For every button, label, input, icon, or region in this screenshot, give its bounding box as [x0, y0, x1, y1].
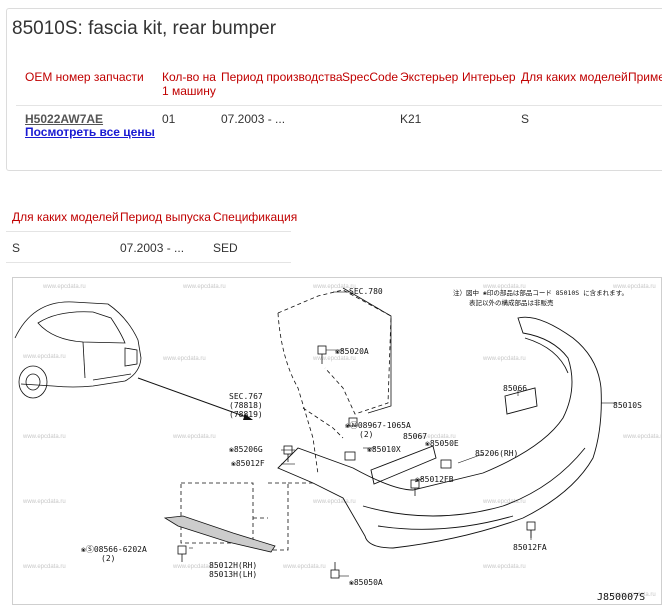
label-85010S: 85010S: [613, 401, 642, 410]
svg-text:www.epcdata.ru: www.epcdata.ru: [312, 356, 356, 362]
svg-text:www.epcdata.ru: www.epcdata.ru: [22, 499, 66, 505]
svg-text:www.epcdata.ru: www.epcdata.ru: [22, 354, 66, 360]
models-col-header-models: Для каких моделей: [12, 210, 119, 224]
car-thumbnail: [14, 301, 142, 399]
exterior-value: K21: [400, 112, 422, 126]
label-85050A: ❀85050A: [349, 578, 383, 587]
models-header-divider: [6, 231, 291, 232]
diagram-note-line2: 表記以外の構成部品は非販売: [469, 298, 554, 307]
models-col-header-spec: Спецификация: [213, 210, 298, 224]
label-85012F: ❀85012F: [231, 459, 265, 468]
label-sec767: SEC.767: [229, 392, 263, 401]
label-85067: 85067: [403, 432, 427, 441]
label-08566-qty: (2): [101, 554, 115, 563]
view-all-prices-link[interactable]: Посмотреть все цены: [25, 125, 155, 139]
models-row-spec: SED: [213, 241, 238, 255]
label-85012FB: ❀85012FB: [415, 475, 454, 484]
qty-value: 01: [162, 112, 176, 126]
diagram-note-line1: 注）図中 ❀印の部品は部品コード 85010S に含まれます。: [453, 288, 628, 297]
label-sec767-78818: (78818): [229, 401, 263, 410]
label-85066: 85066: [503, 384, 527, 393]
col-header-note: Примеч: [628, 70, 662, 84]
svg-text:www.epcdata.ru: www.epcdata.ru: [482, 564, 526, 570]
svg-text:www.epcdata.ru: www.epcdata.ru: [482, 499, 526, 505]
label-85010X: ❀85010X: [367, 445, 401, 454]
label-sec767-78819: (78819): [229, 410, 263, 419]
oem-part-number-link[interactable]: H5022AW7AE: [25, 112, 103, 126]
label-85012FA: 85012FA: [513, 543, 547, 552]
period-value: 07.2003 - ...: [221, 112, 286, 126]
svg-text:www.epcdata.ru: www.epcdata.ru: [42, 284, 86, 290]
label-08967-qty: (2): [359, 430, 373, 439]
label-85206G: ❀85206G: [229, 445, 263, 454]
part-labels: SEC.780 ❀85020A SEC.767 (78818) (78819) …: [81, 287, 645, 603]
col-header-period: Период производства: [221, 70, 343, 84]
col-header-exterior: Экстерьер: [400, 70, 459, 84]
parts-diagram-drawing: www.epcdata.ru www.epcdata.ru www.epcdat…: [14, 284, 662, 603]
col-header-qty: Кол-во на 1 машину: [162, 70, 216, 98]
page-title: 85010S: fascia kit, rear bumper: [12, 18, 277, 39]
label-85013H: 85013H(LH): [209, 570, 257, 579]
models-value: S: [521, 112, 530, 126]
diagram-code: J850007S: [597, 592, 645, 603]
parts-diagram: www.epcdata.ru www.epcdata.ru www.epcdat…: [12, 277, 662, 605]
label-sec780: SEC.780: [349, 287, 383, 296]
col-header-speccode: SpecCode: [342, 70, 399, 84]
col-header-oem: OEM номер запчасти: [25, 70, 144, 84]
svg-text:www.epcdata.ru: www.epcdata.ru: [22, 434, 66, 440]
models-col-header-period: Период выпуска: [120, 210, 211, 224]
svg-text:www.epcdata.ru: www.epcdata.ru: [312, 499, 356, 505]
label-85012H: 85012H(RH): [209, 561, 257, 570]
models-row-period: 07.2003 - ...: [120, 241, 185, 255]
label-08967: ❀Ⓝ08967-1065A: [345, 421, 411, 430]
svg-text:www.epcdata.ru: www.epcdata.ru: [172, 434, 216, 440]
table-divider: [16, 105, 662, 106]
label-85020A: ❀85020A: [335, 347, 369, 356]
col-header-interior: Интерьер: [462, 70, 516, 84]
label-85206RH: 85206(RH): [475, 449, 518, 458]
svg-text:www.epcdata.ru: www.epcdata.ru: [182, 284, 226, 290]
svg-text:www.epcdata.ru: www.epcdata.ru: [282, 564, 326, 570]
models-row-models: S: [12, 241, 21, 255]
label-08566: ❀Ⓢ08566-6202A: [81, 545, 147, 554]
label-85050E: ❀85050E: [425, 439, 459, 448]
svg-text:www.epcdata.ru: www.epcdata.ru: [162, 356, 206, 362]
svg-text:www.epcdata.ru: www.epcdata.ru: [622, 434, 662, 440]
bumper-fascia: [277, 316, 602, 549]
svg-text:www.epcdata.ru: www.epcdata.ru: [22, 564, 66, 570]
models-row-divider: [6, 262, 291, 263]
col-header-models: Для каких моделей: [521, 70, 628, 84]
svg-text:www.epcdata.ru: www.epcdata.ru: [482, 356, 526, 362]
